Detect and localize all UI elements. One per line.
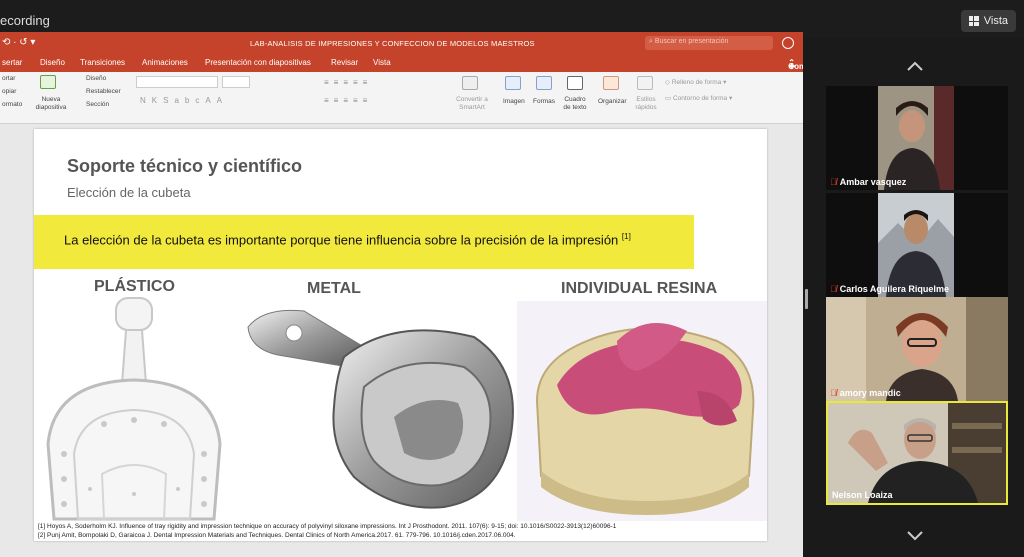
text-format-buttons[interactable]: NKSabcAA	[140, 96, 228, 105]
ribbon-tabs: sertar Diseño Transiciones Animaciones P…	[0, 54, 803, 72]
font-size-select[interactable]	[222, 76, 250, 88]
arrange-button[interactable]: Organizar	[598, 98, 627, 105]
highlight-sentence: La elección de la cubeta es importante p…	[64, 232, 619, 248]
layout-button[interactable]: Diseño	[86, 75, 106, 82]
tab-view[interactable]: Vista	[373, 58, 391, 67]
label-resin: INDIVIDUAL RESINA	[561, 280, 718, 297]
tab-slideshow[interactable]: Presentación con diapositivas	[205, 58, 311, 67]
powerpoint-window: ⟲ · ↺ ▾ LAB-ANALISIS DE IMPRESIONES Y CO…	[0, 32, 803, 557]
search-input[interactable]: ⌕ Buscar en presentación	[645, 36, 773, 50]
label-metal: METAL	[307, 280, 361, 297]
participant-tile-active-speaker[interactable]: Nelson Loaiza	[826, 401, 1008, 505]
participant-name-label: Nelson Loaiza	[832, 490, 893, 500]
participant-tile[interactable]: 🎙̸ Ambar vasquez	[826, 86, 1008, 190]
participant-name: Carlos Aguilera Riquelme	[839, 284, 949, 294]
plastic-tray-image	[46, 297, 222, 521]
highlight-reference: [1]	[621, 232, 631, 241]
textbox-button[interactable]: Cuadro de texto	[561, 96, 589, 112]
participant-video	[878, 193, 954, 297]
reference-1: [1] Hoyos A, Soderholm KJ. Influence of …	[38, 523, 617, 530]
share-label: Compartir	[788, 62, 803, 71]
metal-tray-image	[247, 309, 514, 509]
powerpoint-title-bar: ⟲ · ↺ ▾ LAB-ANALISIS DE IMPRESIONES Y CO…	[0, 32, 803, 54]
grid-icon	[968, 16, 979, 26]
tab-review[interactable]: Revisar	[331, 58, 358, 67]
participant-avatar	[878, 86, 954, 190]
copy-button[interactable]: opiar	[2, 88, 16, 95]
section-button[interactable]: Sección	[86, 101, 109, 108]
new-slide-icon[interactable]	[40, 75, 56, 89]
slide-subtitle: Elección de la cubeta	[67, 185, 191, 200]
arrange-icon[interactable]	[603, 76, 619, 90]
resin-tray-drawing	[535, 323, 755, 515]
image-button[interactable]: Imagen	[503, 98, 525, 105]
slide-title: Soporte técnico y científico	[67, 156, 303, 176]
participant-video	[828, 403, 1006, 503]
alignment-buttons[interactable]: ≡≡≡≡≡	[324, 96, 372, 105]
shape-outline-button[interactable]: ▭ Contorno de forma ▾	[665, 94, 732, 102]
chevron-down-icon[interactable]	[905, 526, 925, 546]
ribbon-toolbar: ortar opiar ormato Nueva diapositiva Dis…	[0, 72, 803, 124]
participant-name: Nelson Loaiza	[832, 490, 893, 500]
undo-icon[interactable]: ⟲ · ↺ ▾	[2, 37, 35, 48]
participant-name-label: 🎙̸ Carlos Aguilera Riquelme	[830, 284, 949, 294]
tab-design[interactable]: Diseño	[40, 58, 65, 67]
highlight-text: La elección de la cubeta es importante p…	[64, 232, 631, 247]
participants-panel: 🎙̸ Ambar vasquez 🎙̸ Carlos Aguilera Riqu…	[810, 38, 1024, 557]
tab-insert[interactable]: sertar	[2, 58, 22, 67]
textbox-icon[interactable]	[567, 76, 583, 90]
cut-button[interactable]: ortar	[2, 75, 15, 82]
mic-muted-icon: 🎙̸	[830, 388, 837, 398]
view-button[interactable]: Vista	[960, 10, 1016, 32]
font-family-select[interactable]	[136, 76, 218, 88]
shape-fill-button[interactable]: ◇ Relleno de forma ▾	[665, 78, 726, 86]
slide[interactable]: Soporte técnico y científico Elección de…	[34, 129, 767, 541]
mic-muted-icon: 🎙̸	[830, 284, 837, 294]
reference-2: [2] Punj Amit, Bompolaki D, Garaicoa J. …	[38, 532, 516, 539]
quick-styles-button[interactable]: Estilos rápidos	[632, 96, 660, 112]
participant-avatar	[828, 403, 1006, 503]
image-icon[interactable]	[505, 76, 521, 90]
format-painter-button[interactable]: ormato	[2, 101, 22, 108]
tab-transitions[interactable]: Transiciones	[80, 58, 125, 67]
references: [1] Hoyos A, Soderholm KJ. Influence of …	[38, 522, 616, 540]
smartart-icon[interactable]	[462, 76, 478, 90]
convert-smartart-button[interactable]: Convertir a SmartArt	[452, 96, 492, 112]
slide-canvas: Soporte técnico y científico Elección de…	[0, 124, 803, 557]
reset-button[interactable]: Restablecer	[86, 88, 121, 95]
view-button-label: Vista	[983, 15, 1008, 27]
participant-video	[878, 86, 954, 190]
shapes-button[interactable]: Formas	[533, 98, 555, 105]
mic-muted-icon: 🎙̸	[830, 177, 837, 187]
feedback-smiley-icon[interactable]	[782, 37, 794, 49]
participant-tile[interactable]: 🎙̸ amory mandic	[826, 297, 1008, 401]
participant-name-label: 🎙̸ amory mandic	[830, 388, 901, 398]
shape-fill-label: Relleno de forma	[671, 79, 722, 86]
participant-name: amory mandic	[839, 388, 901, 398]
resin-tray-image	[517, 301, 767, 521]
share-button[interactable]: ✚ Compartir ⌃	[788, 58, 803, 71]
new-slide-button[interactable]: Nueva diapositiva	[34, 96, 68, 112]
document-title: LAB-ANALISIS DE IMPRESIONES Y CONFECCION…	[250, 39, 535, 48]
shape-outline-label: Contorno de forma	[672, 95, 728, 102]
search-placeholder: Buscar en presentación	[654, 38, 729, 45]
panel-resize-handle[interactable]	[805, 289, 808, 309]
participant-avatar	[878, 193, 954, 297]
search-icon: ⌕	[649, 38, 653, 45]
participant-tile[interactable]: 🎙̸ Carlos Aguilera Riquelme	[826, 193, 1008, 297]
chevron-up-icon[interactable]	[905, 56, 925, 76]
participant-avatar	[826, 297, 1008, 401]
shapes-icon[interactable]	[536, 76, 552, 90]
participant-name-label: 🎙̸ Ambar vasquez	[830, 177, 906, 187]
participant-name: Ambar vasquez	[839, 177, 907, 187]
paragraph-buttons[interactable]: ≡≡≡≡≡	[324, 78, 372, 87]
quick-styles-icon[interactable]	[637, 76, 653, 90]
tab-animations[interactable]: Animaciones	[142, 58, 188, 67]
participant-video	[826, 297, 1008, 401]
recording-label: ecording	[0, 13, 50, 28]
